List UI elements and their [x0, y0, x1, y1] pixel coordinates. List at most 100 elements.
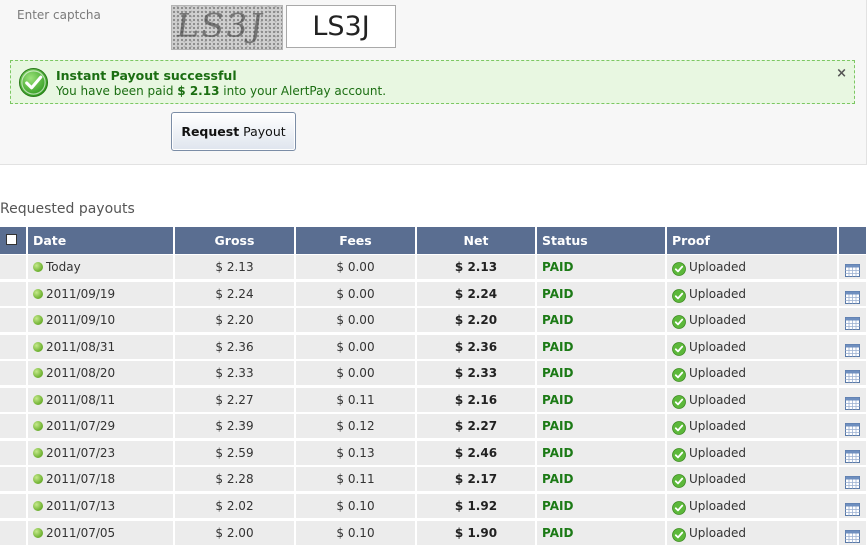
page: Enter captcha LS3J Instant Payout succes…	[0, 0, 868, 549]
row-action-cell	[839, 467, 866, 491]
success-alert: Instant Payout successful You have been …	[10, 60, 855, 104]
row-action-cell	[839, 335, 866, 359]
cell-status: PAID	[537, 494, 665, 518]
cell-gross: $ 2.39	[175, 414, 294, 438]
cell-proof: Uploaded	[667, 467, 837, 491]
status-dot-icon	[33, 527, 43, 538]
status-dot-icon	[33, 341, 43, 352]
table-row: 2011/07/05 $ 2.00 $ 0.10 $ 1.90 PAID Uploaded	[0, 521, 868, 547]
cell-proof: Uploaded	[667, 282, 837, 306]
row-select-cell	[0, 361, 26, 385]
row-select-cell	[0, 494, 26, 518]
row-select-cell	[0, 467, 26, 491]
proof-text: Uploaded	[689, 472, 747, 486]
header-proof[interactable]: Proof	[667, 227, 837, 254]
header-fees[interactable]: Fees	[296, 227, 415, 254]
calendar-icon[interactable]	[845, 527, 860, 543]
status-text: PAID	[542, 446, 574, 460]
row-action-cell	[839, 361, 866, 385]
status-dot-icon	[33, 500, 43, 511]
status-text: PAID	[542, 472, 574, 486]
date-text: 2011/07/13	[46, 499, 116, 513]
cell-fees: $ 0.11	[296, 467, 415, 491]
table-row: 2011/08/31 $ 2.36 $ 0.00 $ 2.36 PAID Uploaded	[0, 335, 868, 361]
cell-status: PAID	[537, 308, 665, 332]
cell-date: 2011/07/23	[28, 441, 173, 465]
calendar-icon[interactable]	[845, 261, 860, 277]
check-circle-icon	[18, 67, 49, 98]
proof-text: Uploaded	[689, 526, 747, 540]
calendar-icon[interactable]	[845, 447, 860, 463]
calendar-icon[interactable]	[845, 420, 860, 436]
calendar-icon[interactable]	[845, 341, 860, 357]
status-text: PAID	[542, 526, 574, 540]
table-row: 2011/07/13 $ 2.02 $ 0.10 $ 1.92 PAID Uploaded	[0, 494, 868, 520]
cell-status: PAID	[537, 441, 665, 465]
proof-text: Uploaded	[689, 366, 747, 380]
calendar-icon[interactable]	[845, 394, 860, 410]
uploaded-check-icon	[672, 526, 686, 542]
section-title: Requested payouts	[0, 201, 135, 217]
header-gross[interactable]: Gross	[175, 227, 294, 254]
row-action-cell	[839, 282, 866, 306]
cell-proof: Uploaded	[667, 335, 837, 359]
cell-net: $ 1.90	[417, 521, 535, 545]
alert-message: You have been paid $ 2.13 into your Aler…	[56, 84, 386, 98]
captcha-input[interactable]	[286, 5, 396, 48]
cell-fees: $ 0.10	[296, 494, 415, 518]
cell-fees: $ 0.10	[296, 521, 415, 545]
header-net[interactable]: Net	[417, 227, 535, 254]
date-text: Today	[46, 260, 81, 274]
proof-text: Uploaded	[689, 393, 747, 407]
select-all-checkbox[interactable]	[6, 234, 17, 245]
calendar-icon[interactable]	[845, 314, 860, 330]
cell-date: 2011/09/19	[28, 282, 173, 306]
request-payout-button-bold: Request	[181, 124, 240, 139]
uploaded-check-icon	[672, 446, 686, 462]
cell-net: $ 2.27	[417, 414, 535, 438]
status-dot-icon	[33, 314, 43, 325]
cell-net: $ 2.17	[417, 467, 535, 491]
cell-fees: $ 0.00	[296, 255, 415, 279]
status-text: PAID	[542, 340, 574, 354]
cell-date: 2011/07/29	[28, 414, 173, 438]
cell-net: $ 2.36	[417, 335, 535, 359]
status-dot-icon	[33, 288, 43, 299]
close-icon[interactable]: ×	[836, 66, 847, 81]
cell-date: 2011/09/10	[28, 308, 173, 332]
calendar-icon[interactable]	[845, 367, 860, 383]
header-date[interactable]: Date	[28, 227, 173, 254]
calendar-icon[interactable]	[845, 500, 860, 516]
table-row: 2011/08/11 $ 2.27 $ 0.11 $ 2.16 PAID Uploaded	[0, 388, 868, 414]
cell-proof: Uploaded	[667, 494, 837, 518]
cell-date: 2011/07/18	[28, 467, 173, 491]
captcha-image-text: LS3J	[173, 7, 268, 45]
proof-text: Uploaded	[689, 419, 747, 433]
cell-net: $ 2.20	[417, 308, 535, 332]
proof-text: Uploaded	[689, 260, 747, 274]
header-status[interactable]: Status	[537, 227, 665, 254]
cell-gross: $ 2.33	[175, 361, 294, 385]
date-text: 2011/09/10	[46, 313, 116, 327]
calendar-icon[interactable]	[845, 473, 860, 489]
cell-date: 2011/08/11	[28, 388, 173, 412]
date-text: 2011/07/29	[46, 419, 116, 433]
table-row: 2011/09/10 $ 2.20 $ 0.00 $ 2.20 PAID Uploaded	[0, 308, 868, 334]
cell-net: $ 1.92	[417, 494, 535, 518]
cell-proof: Uploaded	[667, 308, 837, 332]
captcha-image: LS3J	[171, 5, 283, 50]
request-payout-button[interactable]: Request Payout	[171, 112, 296, 151]
request-payout-button-rest: Payout	[239, 124, 286, 139]
row-action-cell	[839, 494, 866, 518]
cell-date: Today	[28, 255, 173, 279]
table-row: 2011/07/29 $ 2.39 $ 0.12 $ 2.27 PAID Uploaded	[0, 414, 868, 440]
calendar-icon[interactable]	[845, 288, 860, 304]
cell-gross: $ 2.24	[175, 282, 294, 306]
cell-gross: $ 2.13	[175, 255, 294, 279]
uploaded-check-icon	[672, 393, 686, 409]
status-text: PAID	[542, 313, 574, 327]
table-row: 2011/08/20 $ 2.33 $ 0.00 $ 2.33 PAID Uploaded	[0, 361, 868, 387]
cell-date: 2011/08/20	[28, 361, 173, 385]
cell-proof: Uploaded	[667, 414, 837, 438]
proof-text: Uploaded	[689, 287, 747, 301]
